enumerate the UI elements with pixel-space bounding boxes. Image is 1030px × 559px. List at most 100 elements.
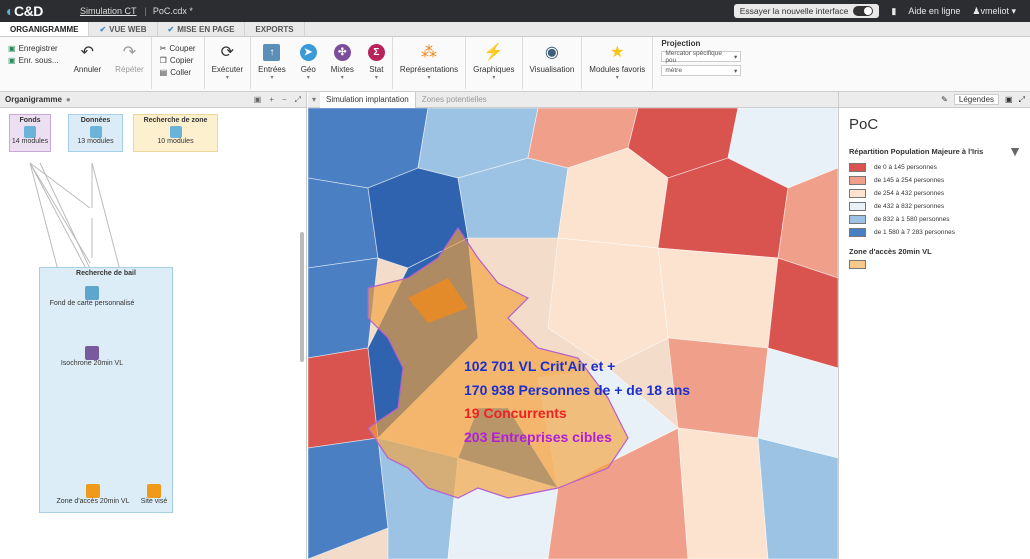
geo-icon: ➤ [299,43,317,61]
ribbon-toolbar: ▣ Enregistrer ▣ Enr. sous... ↶ Annuler ↷ Rép… [0,37,1030,92]
recherche-zone-node[interactable]: Recherche de zone 10 modules [133,114,218,152]
inputs-button[interactable]: ↑ Entrées ▾ [251,41,293,89]
tab-simulation-implantation[interactable]: Simulation implantation [320,92,416,108]
organigramme-panel: Organigramme ● ▣ + − ⤢ Fonds 14 modules … [0,92,307,559]
interface-toggle[interactable] [853,6,874,16]
zone-acces-module[interactable]: Zone d'accès 20min VL [48,482,138,505]
copy-icon: ❐ [159,56,167,65]
legend-row: de 432 à 832 personnes [839,202,1030,211]
breadcrumb-separator: | [144,6,147,16]
legend-panel: ✎ Légendes ▣ ⤢ PoC Répartition Populatio… [838,92,1030,559]
legend-row: de 0 à 145 personnes [839,163,1030,172]
eye-icon: ◉ [544,44,559,61]
donnees-icon [89,126,102,138]
legend-swatch [849,163,866,172]
stat-companies: 203 Entreprises cibles [464,429,612,445]
main-tabs: ORGANIGRAMME ✔ VUE WEB ✔ MISE EN PAGE EXPO… [0,22,1030,37]
zoom-out-icon[interactable]: − [282,95,287,105]
copy-button[interactable]: ❐ Copier [160,56,196,65]
legend-layer-title: Répartition Population Majeure à l'Iris [849,146,984,156]
isochrone-module[interactable]: Isochrone 20min VL [48,344,136,367]
legend-row [839,260,1030,269]
chevron-down-icon: ▾ [734,67,738,75]
projection-select[interactable]: Mercator spécifique pou ▾ [661,50,742,64]
star-icon: ★ [610,44,625,61]
fond-carte-module[interactable]: Fond de carte personnalisé [44,284,140,307]
favorites-button[interactable]: ★ Modules favoris ▾ [582,41,652,89]
panel-scrollbar[interactable] [300,232,304,362]
choropleth-map[interactable] [308,108,838,559]
book-icon[interactable]: ▮ [891,6,896,17]
user-menu[interactable]: ♟vmeliot ▾ [972,6,1016,17]
donnees-node[interactable]: Données 13 modules [68,114,123,152]
site-vise-module[interactable]: Site visé [134,482,174,505]
map-panel: ▾ Simulation implantation Zones potentie… [308,92,838,559]
collapse-icon[interactable]: ▾ [308,95,320,104]
paste-icon: ▤ [159,68,168,77]
site-vise-icon [147,484,161,498]
representations-button[interactable]: ⁂ Représentations ▾ [393,41,465,89]
info-icon[interactable]: ● [66,95,71,104]
fit-icon[interactable]: ▣ [254,95,262,105]
fonds-icon [24,126,36,138]
representations-icon: ⁂ [421,44,437,61]
stat-button[interactable]: Σ Stat ▾ [361,41,392,89]
legend-classes: de 0 à 145 personnes de 145 à 254 person… [839,163,1030,237]
tab-mise-en-page[interactable]: ✔ MISE EN PAGE [158,22,246,36]
redo-icon: ↷ [122,44,137,61]
tab-vue-web[interactable]: ✔ VUE WEB [89,22,158,36]
mixed-icon: ✣ [333,43,351,61]
redo-button[interactable]: ↷ Répéter [108,41,150,89]
unit-select[interactable]: mètre ▾ [661,65,742,76]
top-bar: ◐C&D Simulation CT | PoC.cdx * Essayer l… [0,0,1030,22]
save-button[interactable]: ▣ Enregistrer [8,44,59,53]
chevron-down-icon: ▾ [734,53,738,61]
legend-tab[interactable]: Légendes [953,94,1000,105]
try-new-interface-button[interactable]: Essayer la nouvelle interface [733,4,880,18]
filter-icon[interactable]: ▼ [1008,143,1022,159]
paste-button[interactable]: ▤ Coller [160,68,196,77]
mixed-button[interactable]: ✣ Mixtes ▾ [324,41,361,89]
save-icon: ▣ [8,44,16,53]
chart-icon: ⚡ [483,44,504,61]
legend-row: de 254 à 432 personnes [839,189,1030,198]
expand-icon[interactable]: ⤢ [1019,95,1025,105]
cut-button[interactable]: ✂ Couper [160,44,196,53]
user-name: vmeliot [980,5,1009,16]
pin-icon[interactable]: ✎ [941,95,948,104]
stat-competitors: 19 Concurrents [464,405,567,421]
refresh-icon: ⟳ [220,44,235,61]
help-link[interactable]: Aide en ligne [908,6,960,16]
zone-acces-icon [86,484,100,498]
projection-title: Projection [661,39,701,48]
tab-exports[interactable]: EXPORTS [245,22,305,36]
legend-row: de 832 à 1 580 personnes [839,215,1030,224]
expand-icon[interactable]: ⤢ [295,95,301,105]
breadcrumb-project[interactable]: Simulation CT [80,6,137,16]
legend-layer2-title: Zone d'accès 20min VL [849,247,932,256]
breadcrumb-file: PoC.cdx * [152,6,193,16]
execute-button[interactable]: ⟳ Exécuter ▾ [205,41,251,89]
fit-icon[interactable]: ▣ [1005,95,1013,104]
undo-button[interactable]: ↶ Annuler [67,41,109,89]
zoom-in-icon[interactable]: + [269,95,274,105]
check-icon: ✔ [167,24,175,34]
scissors-icon: ✂ [159,44,167,53]
tab-organigramme[interactable]: ORGANIGRAMME [0,22,90,36]
fonds-node[interactable]: Fonds 14 modules [9,114,51,152]
map-module-icon [85,286,99,300]
legend-swatch [849,176,866,185]
app-logo[interactable]: ◐C&D [0,3,72,19]
save-as-icon: ▣ [8,56,16,65]
tab-zones-potentielles[interactable]: Zones potentielles [416,92,493,108]
save-as-button[interactable]: ▣ Enr. sous... [8,56,59,65]
geo-button[interactable]: ➤ Géo ▾ [293,41,324,89]
legend-swatch [849,202,866,211]
charts-button[interactable]: ⚡ Graphiques ▾ [466,41,521,89]
visualisation-button[interactable]: ◉ Visualisation [523,41,582,89]
legend-swatch [849,189,866,198]
panel-title: Organigramme [5,95,62,104]
stat-adults: 170 938 Personnes de + de 18 ans [464,382,691,398]
legend-title: PoC [849,116,879,133]
sigma-icon: Σ [367,43,385,61]
